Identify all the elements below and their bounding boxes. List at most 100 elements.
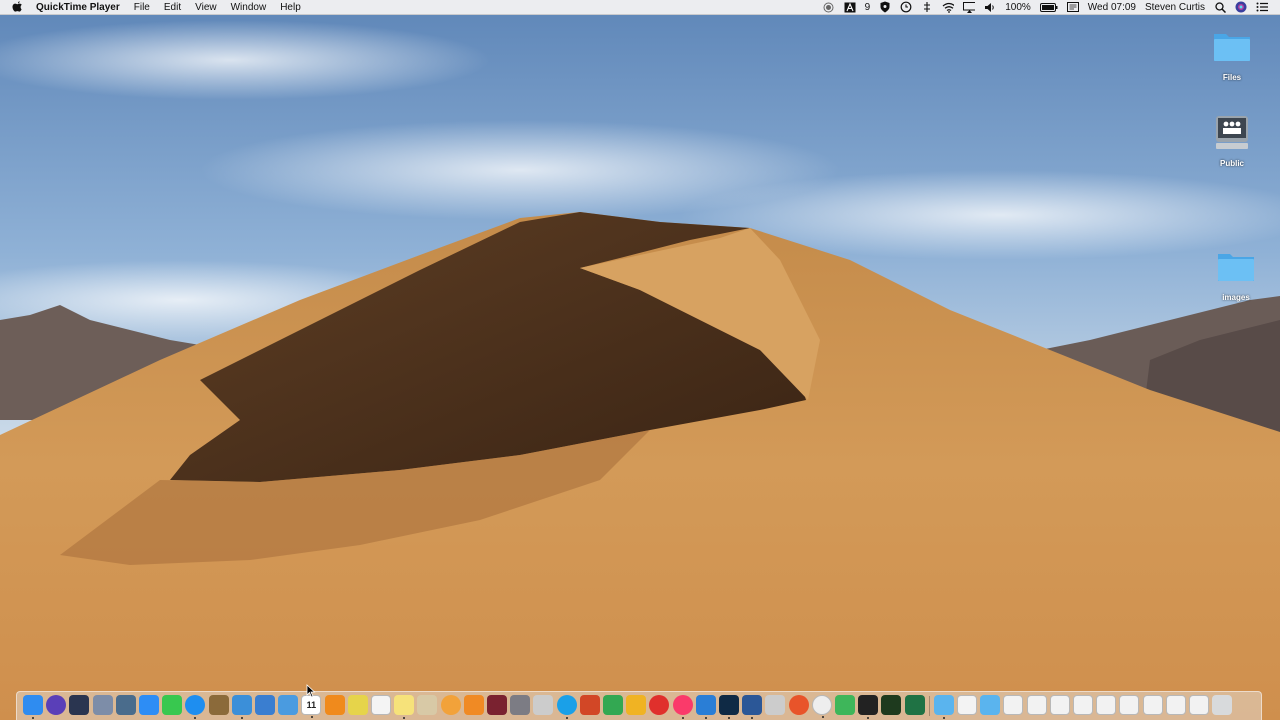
desktop-icon-images[interactable]: images [1208, 248, 1264, 302]
dock-recent-6-icon[interactable] [1119, 695, 1140, 715]
apple-menu-icon[interactable] [12, 0, 26, 14]
dock-compass-icon[interactable] [788, 695, 809, 715]
dock-help-icon[interactable] [533, 695, 554, 715]
menu-clock[interactable]: Wed 07:09 [1088, 0, 1136, 15]
calendar-day-label: 11 [306, 700, 317, 710]
dock-help-2-icon[interactable] [765, 695, 786, 715]
siri-icon[interactable] [1235, 1, 1247, 13]
dock-tutorial-app-icon[interactable] [957, 695, 977, 715]
battery-icon[interactable] [1039, 1, 1058, 13]
running-indicator [942, 717, 945, 719]
dock-system-preferences-icon[interactable] [510, 695, 531, 715]
running-indicator [821, 716, 824, 718]
dock-messages-icon[interactable] [162, 695, 183, 715]
notification-center-icon[interactable] [1256, 1, 1268, 13]
dock-separator [928, 696, 930, 716]
running-indicator [704, 717, 707, 719]
dock-vlc-icon[interactable] [324, 695, 345, 715]
dock-preview-icon[interactable] [115, 695, 136, 715]
dock-finder-icon[interactable] [23, 695, 43, 719]
menu-app-name[interactable]: QuickTime Player [36, 0, 120, 15]
dock-no-entry-icon[interactable] [649, 695, 670, 715]
running-indicator [32, 717, 34, 719]
dock-recent-4-icon[interactable] [1073, 695, 1093, 715]
running-indicator [194, 717, 197, 719]
adobe-count: 9 [864, 1, 871, 13]
menu-view[interactable]: View [195, 0, 217, 15]
dock-skype-icon[interactable] [556, 695, 577, 719]
dock-instruments-icon[interactable] [278, 695, 299, 715]
desktop-icon-files[interactable]: Files [1204, 28, 1260, 82]
running-indicator [867, 717, 870, 719]
dock-chrome-icon[interactable] [811, 695, 832, 718]
wifi-icon[interactable] [942, 1, 955, 13]
dock-recent-3-icon[interactable] [1049, 695, 1070, 715]
shared-drive-icon [1216, 116, 1248, 149]
dock-recent-2-icon[interactable] [1026, 695, 1047, 715]
dock-siri-icon[interactable] [46, 695, 67, 715]
dock-recent-7-icon[interactable] [1142, 695, 1163, 715]
dock-xcode-icon[interactable] [231, 695, 252, 719]
dock-app-store-icon[interactable] [139, 695, 159, 715]
dock-console-icon[interactable] [881, 695, 902, 715]
dock-safari-icon[interactable] [185, 695, 206, 719]
dock-books-icon[interactable] [463, 695, 484, 715]
dock-recent-5-icon[interactable] [1096, 695, 1117, 715]
menu-help[interactable]: Help [280, 0, 301, 15]
dock-photoshop-icon[interactable] [719, 695, 739, 719]
dock-powerpoint-icon[interactable] [579, 695, 600, 715]
dock-excel-icon[interactable] [904, 695, 925, 715]
dock-xmind-icon[interactable] [603, 695, 623, 715]
menu-file[interactable]: File [134, 0, 150, 15]
dock-quicktime-icon[interactable] [69, 695, 90, 715]
dock-sheets-icon[interactable] [835, 695, 855, 715]
dock-documents-folder-icon[interactable] [980, 695, 1001, 715]
shield-icon[interactable] [879, 1, 891, 13]
dock-notes-icon[interactable] [394, 695, 415, 719]
dock-recent-8-icon[interactable] [1165, 695, 1186, 715]
volume-icon[interactable] [984, 1, 996, 13]
dock-calendar-icon[interactable]: 11 [301, 695, 322, 718]
dock-recent-1-icon[interactable] [1003, 695, 1024, 715]
desktop-icon-label: Files [1222, 73, 1242, 82]
dock-textedit-icon[interactable] [371, 695, 391, 715]
adobe-icon[interactable] [844, 1, 856, 13]
running-indicator [311, 716, 314, 718]
desktop-icon-label: images [1222, 293, 1250, 302]
dock-word-icon[interactable] [742, 695, 763, 719]
mouse-pointer-icon [306, 684, 316, 698]
dock-launchpad-icon[interactable] [92, 695, 113, 715]
network-arrows-icon[interactable] [921, 1, 933, 13]
running-indicator [751, 717, 754, 719]
dock-trash-icon[interactable] [1212, 695, 1233, 715]
menu-user[interactable]: Steven Curtis [1145, 0, 1205, 15]
dock-downloads-folder-icon[interactable] [933, 695, 954, 719]
running-indicator [403, 717, 406, 719]
dock-recent-9-icon[interactable] [1189, 695, 1209, 715]
menu-bar: QuickTime Player File Edit View Window H… [0, 0, 1280, 15]
dock-photo-booth-icon[interactable] [487, 695, 507, 715]
menu-window[interactable]: Window [231, 0, 267, 15]
dock-contacts-icon[interactable] [417, 695, 438, 715]
running-indicator [728, 717, 730, 719]
spotlight-search-icon[interactable] [1214, 1, 1226, 13]
dock-photos-icon[interactable] [440, 695, 461, 715]
dock-itunes-icon[interactable] [672, 695, 693, 719]
dock-xcode-beta-icon[interactable] [255, 695, 275, 715]
input-menu-icon[interactable] [1066, 1, 1079, 13]
desktop-icon-label: Public [1219, 159, 1244, 168]
dock-terminal-icon[interactable] [858, 695, 879, 719]
running-indicator [240, 717, 243, 719]
dock-notebook-icon[interactable] [208, 695, 229, 715]
dock-stickies-icon[interactable] [347, 695, 368, 715]
recording-icon[interactable] [823, 1, 835, 13]
folder-icon [1218, 254, 1254, 281]
dock-vscode-icon[interactable] [695, 695, 716, 719]
airplay-icon[interactable] [963, 1, 976, 13]
menu-edit[interactable]: Edit [164, 0, 181, 15]
battery-percentage: 100% [1005, 1, 1031, 13]
desktop-wallpaper [0, 0, 1280, 720]
time-machine-icon[interactable] [900, 1, 912, 13]
dock-slack-icon[interactable] [626, 695, 647, 715]
desktop-icon-public[interactable]: Public [1204, 114, 1260, 168]
